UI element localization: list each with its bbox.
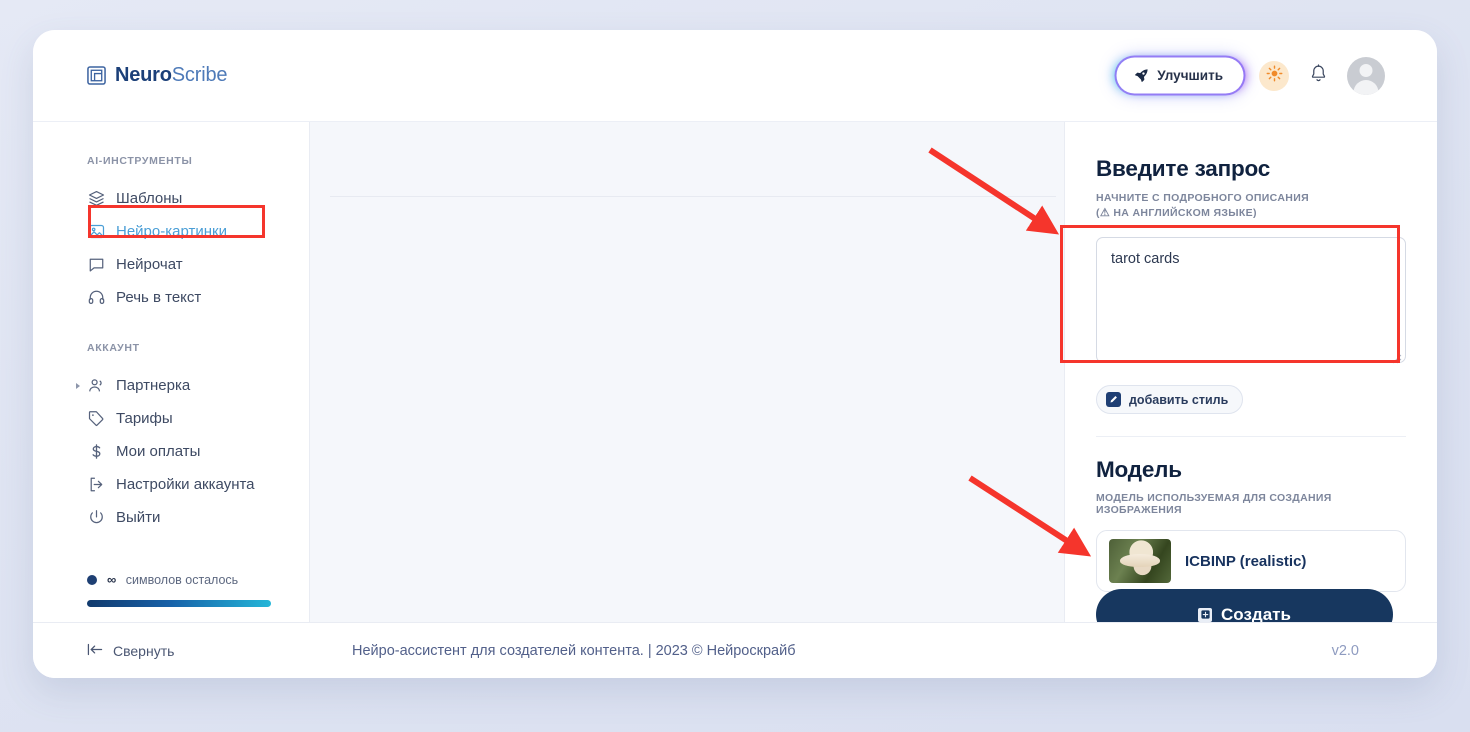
sidebar-section-account-label: АККАУНТ	[87, 342, 140, 354]
model-thumbnail	[1109, 539, 1171, 584]
improve-button-label: Улучшить	[1157, 68, 1223, 83]
model-selected-name: ICBINP (realistic)	[1185, 552, 1307, 570]
model-section-title: Модель	[1096, 457, 1182, 483]
model-section-subtitle: МОДЕЛЬ ИСПОЛЬЗУЕМАЯ ДЛЯ СОЗДАНИЯ ИЗОБРАЖ…	[1096, 492, 1332, 517]
sidebar-item-pricing[interactable]: Тарифы	[33, 402, 309, 435]
app-footer: Свернуть Нейро-ассистент для создателей …	[33, 622, 1437, 678]
footer-version: v2.0	[1331, 642, 1359, 659]
sidebar-item-affiliate[interactable]: Партнерка	[33, 369, 309, 402]
avatar[interactable]	[1347, 56, 1385, 95]
prompt-subtitle-line2: НА АНГЛИЙСКОМ ЯЗЫКЕ)	[1110, 207, 1257, 220]
chat-bubble-icon	[87, 256, 105, 274]
sidebar-item-speech-to-text[interactable]: Речь в текст	[33, 281, 309, 314]
quota-amount: ∞	[107, 572, 116, 587]
sidebar-item-label: Выйти	[116, 509, 161, 526]
footer-credit: Нейро-ассистент для создателей контента.…	[352, 642, 796, 659]
sidebar-item-templates[interactable]: Шаблоны	[33, 182, 309, 215]
pencil-square-icon	[1106, 392, 1121, 408]
prompt-section-subtitle: НАЧНИТЕ С ПОДРОБНОГО ОПИСАНИЯ (⚠ НА АНГЛ…	[1096, 191, 1406, 222]
sidebar-item-label: Нейрочат	[116, 256, 183, 273]
prompt-textarea-wrap	[1096, 222, 1406, 368]
header-actions: Улучшить	[1119, 56, 1385, 95]
quota-row: ∞ символов осталось	[87, 572, 271, 587]
sidebar-item-neurochat[interactable]: Нейрочат	[33, 248, 309, 281]
theme-toggle-button[interactable]	[1259, 60, 1289, 91]
logout-arrow-icon	[87, 476, 105, 494]
sidebar-item-logout[interactable]: Выйти	[33, 501, 309, 534]
sidebar-item-label: Речь в текст	[116, 289, 202, 306]
app-header: NeuroScribe Улучшить	[33, 30, 1437, 122]
brand-name-bold: Neuro	[115, 64, 172, 86]
sidebar-item-account-settings[interactable]: Настройки аккаунта	[33, 468, 309, 501]
image-plus-icon	[1198, 607, 1213, 622]
sidebar-item-label: Тарифы	[116, 410, 173, 427]
app-window: NeuroScribe Улучшить AI-ИНСТРУМЕНТЫ Шабл…	[33, 30, 1437, 678]
rocket-icon	[1134, 68, 1149, 83]
sidebar-item-label: Нейро-картинки	[116, 223, 227, 240]
quota-section: ∞ символов осталось	[33, 572, 309, 607]
sidebar: AI-ИНСТРУМЕНТЫ Шаблоны Нейро-картинки Не…	[33, 122, 310, 678]
sidebar-section-tools-label: AI-ИНСТРУМЕНТЫ	[87, 155, 193, 167]
right-panel-divider	[1096, 436, 1406, 438]
brand-name-light: Scribe	[171, 64, 228, 86]
sidebar-item-label: Настройки аккаунта	[116, 476, 255, 493]
power-icon	[87, 509, 105, 527]
add-style-button[interactable]: добавить стиль	[1096, 385, 1244, 415]
sidebar-item-neuro-images[interactable]: Нейро-картинки	[33, 215, 309, 248]
sidebar-item-label: Шаблоны	[116, 190, 183, 207]
notifications-button[interactable]	[1307, 63, 1329, 88]
collapse-label: Свернуть	[113, 642, 175, 659]
main-canvas	[310, 122, 1064, 678]
dollar-icon	[87, 443, 105, 461]
sidebar-item-label: Партнерка	[116, 377, 191, 394]
improve-button[interactable]: Улучшить	[1119, 60, 1241, 91]
sidebar-item-my-payments[interactable]: Мои оплаты	[33, 435, 309, 468]
nested-square-logo-icon	[87, 66, 106, 85]
quota-label: символов осталось	[125, 572, 239, 587]
sidebar-item-label: Мои оплаты	[116, 443, 201, 460]
screenshot-root: NeuroScribe Улучшить AI-ИНСТРУМЕНТЫ Шабл…	[0, 0, 1470, 732]
tag-icon	[87, 410, 105, 428]
quota-dot-icon	[87, 574, 97, 585]
caret-right-icon	[76, 382, 80, 389]
quota-progress-bar	[87, 600, 271, 607]
brand-logo[interactable]: NeuroScribe	[87, 64, 227, 87]
image-icon	[87, 223, 105, 241]
main-divider	[330, 196, 1056, 197]
sidebar-scroll: AI-ИНСТРУМЕНТЫ Шаблоны Нейро-картинки Не…	[33, 122, 309, 678]
brand-name: NeuroScribe	[115, 64, 227, 87]
model-selected-card[interactable]: ICBINP (realistic)	[1096, 530, 1406, 593]
add-style-label: добавить стиль	[1129, 392, 1229, 407]
collapse-left-icon	[87, 643, 103, 659]
layers-icon	[87, 190, 105, 208]
prompt-subtitle-line1: НАЧНИТЕ С ПОДРОБНОГО ОПИСАНИЯ	[1096, 192, 1309, 204]
bell-icon	[1310, 63, 1327, 88]
sun-icon	[1266, 65, 1283, 87]
right-panel: Введите запрос НАЧНИТЕ С ПОДРОБНОГО ОПИС…	[1064, 122, 1437, 678]
users-icon	[87, 377, 105, 395]
collapse-sidebar-button[interactable]: Свернуть	[33, 643, 310, 659]
warning-icon: ⚠	[1099, 207, 1111, 220]
prompt-textarea[interactable]	[1096, 237, 1406, 364]
prompt-section-title: Введите запрос	[1096, 156, 1271, 181]
headphones-icon	[87, 289, 105, 307]
app-body: AI-ИНСТРУМЕНТЫ Шаблоны Нейро-картинки Не…	[33, 122, 1437, 678]
